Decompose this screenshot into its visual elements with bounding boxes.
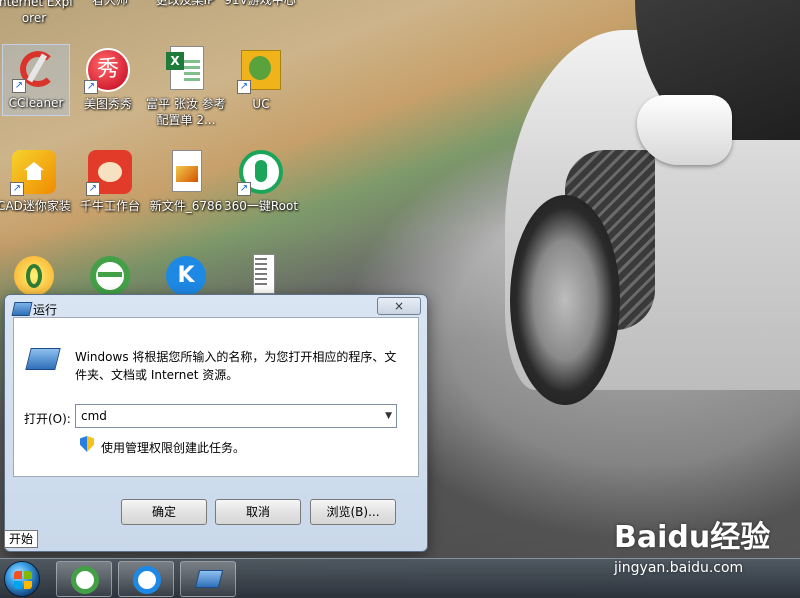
desktop-icon-label: 360一键Root — [223, 199, 299, 213]
dialog-title: 运行 — [33, 303, 58, 317]
taskbar-ie[interactable] — [118, 561, 174, 597]
cancel-button[interactable]: 取消 — [215, 499, 301, 525]
shortcut-arrow-icon: ↗ — [84, 80, 98, 94]
uc-browser-icon: ↗ — [237, 46, 285, 94]
watermark-url: jingyan.baidu.com — [614, 560, 744, 576]
pptv-icon — [10, 252, 58, 300]
desktop-icon-label: CCleaner — [8, 96, 64, 110]
360-root-icon: ↗ — [237, 148, 285, 196]
taskbar-ie-green[interactable] — [56, 561, 112, 597]
wallpaper-car — [505, 0, 800, 420]
qianniu-icon: ↗ — [86, 148, 134, 196]
desktop-icon-label: UC — [252, 97, 270, 111]
desktop-icon-label: 更改及桌IP — [155, 0, 215, 7]
meitu-icon: 秀 ↗ — [84, 46, 132, 94]
start-tooltip: 开始 — [4, 530, 39, 548]
desktop-icon-label: 91V游戏中心 — [224, 0, 296, 7]
shortcut-arrow-icon: ↗ — [237, 80, 251, 94]
desktop-icon-label: 千牛工作台 — [79, 199, 140, 213]
desktop-icon-ie[interactable]: Internet Explorer — [0, 0, 76, 26]
windows-flag-icon — [14, 571, 32, 589]
desktop-icon-kandashi[interactable]: 看大师 — [70, 0, 150, 8]
car-wheel — [510, 195, 620, 405]
kugou-icon: K — [162, 252, 210, 300]
uac-shield-icon — [80, 436, 94, 452]
desktop-icon-label: Internet Explorer — [0, 0, 73, 25]
watermark-logo: Baidu经验 — [614, 520, 771, 555]
shortcut-arrow-icon: ↗ — [12, 79, 26, 93]
start-button[interactable] — [4, 561, 40, 597]
desktop-icon-kugou[interactable]: K — [146, 252, 226, 300]
desktop-icon-label: 美图秀秀 — [83, 97, 132, 111]
desktop-icon-label: 看大师 — [91, 0, 128, 7]
run-dialog: 运行 × Windows 将根据您所输入的名称，为您打开相应的程序、文件夹、文档… — [4, 294, 428, 552]
browse-button[interactable]: 浏览(B)... — [310, 499, 396, 525]
taskbar-run[interactable] — [180, 561, 236, 597]
desktop-icon-qianniu[interactable]: ↗ 千牛工作台 — [70, 148, 150, 214]
admin-note: 使用管理权限创建此任务。 — [101, 441, 246, 455]
desktop-icon-label: CAD迷你家装 — [0, 199, 71, 213]
desktop-icon-pptv[interactable] — [0, 252, 74, 300]
run-icon — [11, 302, 33, 316]
shortcut-arrow-icon: ↗ — [86, 182, 100, 196]
ie-green-icon — [71, 566, 99, 594]
baidu-watermark: Baidu经验 jingyan.baidu.com — [614, 512, 794, 582]
open-combobox[interactable]: cmd ▼ — [75, 404, 397, 428]
new-file-icon — [162, 148, 210, 196]
run-program-icon — [25, 348, 61, 370]
internet-explorer-icon — [133, 566, 161, 594]
ccleaner-icon: ↗ — [12, 45, 60, 93]
desktop-icon-ie-green[interactable] — [70, 252, 150, 300]
desktop-icon-91v[interactable]: 91V游戏中心 — [220, 0, 300, 8]
close-button[interactable]: × — [377, 297, 421, 315]
cad-home-icon: ↗ — [10, 148, 58, 196]
desktop-icon-360root[interactable]: ↗ 360一键Root — [221, 148, 301, 214]
shortcut-arrow-icon: ↗ — [10, 182, 24, 196]
ie-green-icon — [86, 252, 134, 300]
ok-button[interactable]: 确定 — [121, 499, 207, 525]
desktop-icon-meitu[interactable]: 秀 ↗ 美图秀秀 — [68, 46, 148, 112]
desktop-icon-excel-doc[interactable]: X 富平 张汝 参考配置单 2... — [146, 46, 226, 128]
desktop-icon-change-ip[interactable]: 更改及桌IP — [145, 0, 225, 8]
desktop-icon-cad[interactable]: ↗ CAD迷你家装 — [0, 148, 74, 214]
chevron-down-icon[interactable]: ▼ — [385, 411, 392, 421]
open-input-value[interactable]: cmd — [81, 409, 107, 423]
open-label: 打开(O): — [24, 412, 71, 426]
desktop-icon-label: 新文件_6786 — [149, 199, 223, 213]
dialog-description: Windows 将根据您所输入的名称，为您打开相应的程序、文件夹、文档或 Int… — [75, 350, 397, 382]
dialog-client-area: Windows 将根据您所输入的名称，为您打开相应的程序、文件夹、文档或 Int… — [13, 317, 419, 477]
run-icon — [194, 570, 224, 588]
desktop-icon-document[interactable] — [221, 252, 301, 300]
car-mirror — [637, 95, 732, 165]
desktop-icon-new-file[interactable]: 新文件_6786 — [146, 148, 226, 214]
excel-icon: X — [162, 46, 210, 94]
desktop-icon-uc[interactable]: ↗ UC — [221, 46, 301, 112]
document-icon — [237, 252, 285, 300]
desktop-icon-ccleaner[interactable]: ↗ CCleaner — [2, 44, 70, 116]
shortcut-arrow-icon: ↗ — [237, 182, 251, 196]
desktop-icon-label: 富平 张汝 参考配置单 2... — [146, 97, 226, 127]
